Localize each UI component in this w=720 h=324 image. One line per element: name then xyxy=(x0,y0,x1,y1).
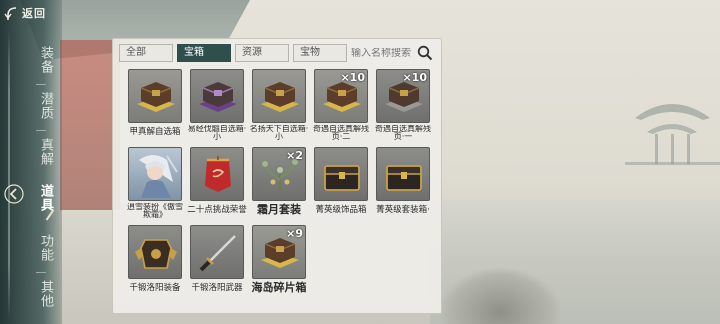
item-slot xyxy=(376,147,430,201)
red-banner-icon xyxy=(205,156,231,192)
item-slot xyxy=(128,69,182,123)
item-cell[interactable]: 逍雪装扮《傲雪欺霜》 xyxy=(127,147,183,219)
back-arrow-icon xyxy=(4,7,17,20)
item-name: 千锻洛阳装备 xyxy=(129,283,181,293)
nav-divider xyxy=(36,272,46,273)
item-slot xyxy=(314,147,368,201)
background-pavilion xyxy=(625,104,720,165)
item-slot: ×9 xyxy=(252,225,306,279)
sword-icon xyxy=(199,235,236,272)
item-cell[interactable]: 名扬天下自选箱·小 xyxy=(249,69,309,141)
nav-divider xyxy=(36,130,46,131)
character-portrait-icon xyxy=(139,155,178,198)
item-name: 菁英级饰品箱 xyxy=(315,205,367,215)
item-cell[interactable]: 菁英级套装箱·一 xyxy=(376,147,430,219)
item-name: 海岛碎片箱 xyxy=(251,281,307,294)
tab-chests[interactable]: 宝箱 xyxy=(177,44,231,62)
item-count: ×10 xyxy=(402,71,427,84)
item-cell[interactable]: ×10 奇遇自选真解残页·一 xyxy=(375,69,431,141)
treasure-chest-icon xyxy=(324,165,360,191)
item-slot xyxy=(190,69,244,123)
item-cell[interactable]: ×9 海岛碎片箱 xyxy=(251,225,307,297)
category-tabs: 全部 宝箱 资源 宝物 xyxy=(119,44,347,62)
item-slot: ×2 xyxy=(252,147,306,201)
gift-box-icon xyxy=(261,82,299,112)
tab-treasures[interactable]: 宝物 xyxy=(293,44,347,62)
nav-rail-line xyxy=(8,30,10,320)
nav-item-props[interactable]: 道具 xyxy=(30,184,53,212)
background-rock xyxy=(440,268,560,324)
item-name: 名扬天下自选箱·小 xyxy=(249,125,309,141)
item-cell[interactable]: 千锻洛阳武器 xyxy=(190,225,244,297)
item-name: 奇遇自选真解残页·二 xyxy=(313,125,369,141)
item-name: 二十点挑战荣誉 xyxy=(187,205,247,215)
gift-box-icon xyxy=(137,82,175,112)
item-cell[interactable]: 千锻洛阳装备 xyxy=(128,225,182,297)
nav-item-true-solution[interactable]: 真解 xyxy=(30,138,53,166)
search-input[interactable] xyxy=(351,47,413,59)
item-count: ×10 xyxy=(340,71,365,84)
tab-resources[interactable]: 资源 xyxy=(235,44,289,62)
tab-all[interactable]: 全部 xyxy=(119,44,173,62)
nav-item-other[interactable]: 其他 xyxy=(30,280,53,308)
item-slot xyxy=(128,225,182,279)
item-slot xyxy=(190,225,244,279)
item-count: ×9 xyxy=(286,227,303,240)
item-cell[interactable]: 易经伐髓自选箱·小 xyxy=(187,69,247,141)
item-slot: ×10 xyxy=(376,69,430,123)
background-hall xyxy=(60,40,120,210)
nav-item-functions[interactable]: 功能 xyxy=(30,234,53,262)
item-slot xyxy=(128,147,182,201)
item-slot xyxy=(252,69,306,123)
search-bar xyxy=(351,44,437,62)
item-name: 千锻洛阳武器 xyxy=(191,283,243,293)
back-button[interactable]: 返回 xyxy=(4,4,68,22)
item-cell[interactable]: 菁英级饰品箱 xyxy=(314,147,368,219)
nav-item-potential[interactable]: 潜质 xyxy=(30,92,53,120)
item-name: 易经伐髓自选箱·小 xyxy=(187,125,247,141)
item-cell[interactable]: ×2 霜月套装 xyxy=(252,147,306,219)
item-count: ×2 xyxy=(286,149,303,162)
item-cell[interactable]: 二十点挑战荣誉 xyxy=(187,147,247,219)
armor-icon xyxy=(135,239,177,269)
item-name: 霜月套装 xyxy=(257,203,301,216)
item-name: 奇遇自选真解残页·一 xyxy=(375,125,431,141)
nav-divider xyxy=(36,84,46,85)
item-name: 甲真解自选箱 xyxy=(129,127,181,137)
item-cell[interactable]: 甲真解自选箱 xyxy=(128,69,182,141)
item-slot: ×10 xyxy=(314,69,368,123)
search-icon[interactable] xyxy=(417,45,433,61)
treasure-chest-icon xyxy=(386,165,422,191)
inventory-panel: 全部 宝箱 资源 宝物 甲真解自选箱 xyxy=(112,38,442,314)
nav-item-equipment[interactable]: 装备 xyxy=(30,46,53,74)
purple-gift-box-icon xyxy=(199,82,237,112)
item-name: 逍雪装扮《傲雪欺霜》 xyxy=(127,203,183,219)
nav-selected-arrow-icon xyxy=(4,184,24,204)
item-slot xyxy=(190,147,244,201)
item-name: 菁英级套装箱·一 xyxy=(376,205,430,215)
item-cell[interactable]: ×10 奇遇自选真解残页·二 xyxy=(313,69,369,141)
back-label: 返回 xyxy=(22,7,46,20)
